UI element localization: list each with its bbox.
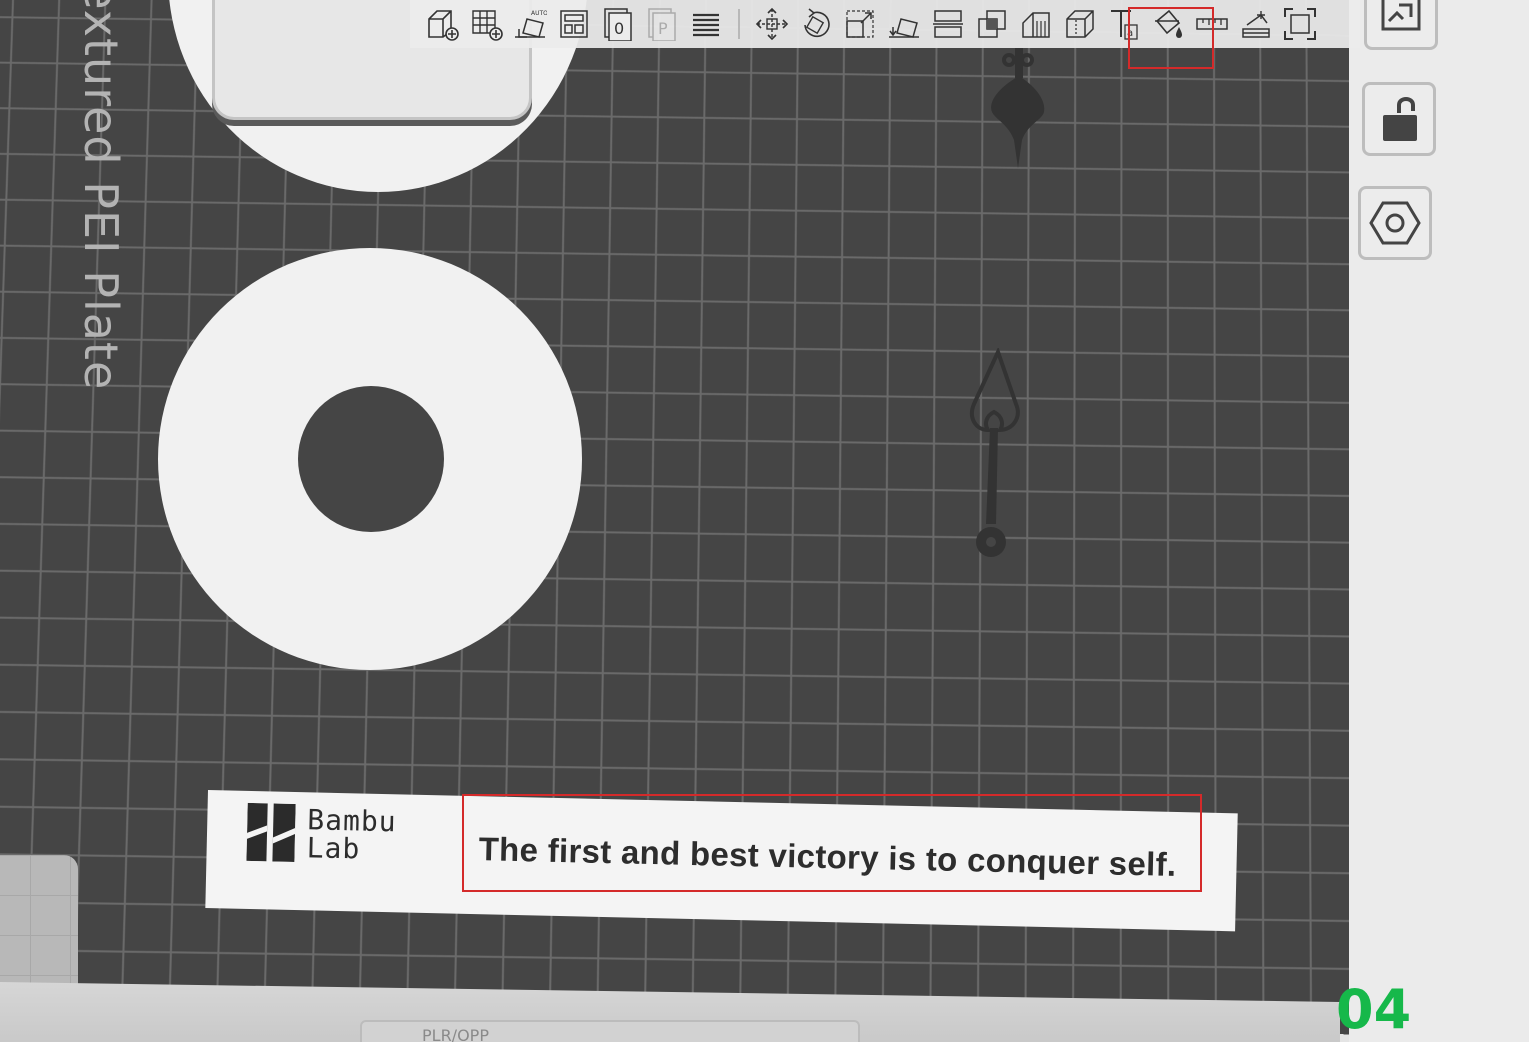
scale-button[interactable]: [838, 2, 882, 46]
plate-p-icon: P: [648, 8, 676, 41]
rotate-button[interactable]: [794, 2, 838, 46]
move-button[interactable]: [750, 2, 794, 46]
fit-view-button[interactable]: [1278, 2, 1322, 46]
hex-nut-settings-icon: [1369, 201, 1421, 245]
plate-settings-button[interactable]: [1358, 186, 1432, 260]
lock-button[interactable]: [1362, 82, 1436, 156]
auto-orient-icon: AUTO: [515, 10, 547, 38]
clock-hand-minute[interactable]: [960, 348, 1030, 566]
layers-button[interactable]: [684, 2, 728, 46]
plate-p-button[interactable]: P: [640, 2, 684, 46]
svg-text:P: P: [658, 19, 668, 38]
logo-wordmark: Bambu Lab: [306, 803, 397, 866]
arrange-icon: [560, 10, 588, 38]
add-cube-icon: [428, 10, 459, 41]
scale-icon: [846, 10, 874, 38]
toolbar-separator: [738, 9, 740, 39]
toolbar-selection-highlight: [1128, 7, 1214, 69]
3d-viewport[interactable]: Textured PEI Plate Bambu Lab The first a…: [0, 0, 1529, 1042]
plate-number: 04: [1336, 978, 1412, 1041]
boolean-icon: [978, 10, 1006, 38]
top-toolbar: AUTO 0 P a: [410, 0, 1360, 48]
ring-hole: [298, 386, 444, 532]
cut-icon: [933, 10, 963, 38]
assembly-icon: [1242, 11, 1270, 38]
fit-view-icon: [1284, 8, 1316, 40]
add-plate-grid-icon: [472, 10, 503, 41]
support-paint-button[interactable]: [1014, 2, 1058, 46]
add-plate-button[interactable]: [464, 2, 508, 46]
logo-line-lab: Lab: [306, 831, 361, 866]
layers-icon: [693, 13, 719, 37]
lay-on-face-button[interactable]: [882, 2, 926, 46]
arrange-all-icon: [1381, 0, 1421, 31]
boolean-button[interactable]: [970, 2, 1014, 46]
seam-paint-icon: [1066, 10, 1094, 38]
lay-on-face-icon: [889, 18, 919, 38]
unlock-icon: [1383, 97, 1417, 141]
plate-0-button[interactable]: 0: [596, 2, 640, 46]
seam-paint-button[interactable]: [1058, 2, 1102, 46]
plate-bottom-label-strip: PLR/OPP: [360, 1020, 860, 1042]
assembly-button[interactable]: [1234, 2, 1278, 46]
bambu-lab-logo: Bambu Lab: [246, 802, 437, 867]
move-icon: [755, 7, 789, 41]
svg-text:AUTO: AUTO: [531, 10, 547, 17]
auto-orient-button[interactable]: AUTO: [508, 2, 552, 46]
add-object-button[interactable]: [420, 2, 464, 46]
viewport-background-right: [1349, 0, 1529, 1042]
svg-text:0: 0: [614, 19, 624, 38]
arrange-all-button[interactable]: [1364, 0, 1438, 50]
support-paint-icon: [1022, 12, 1050, 38]
text-selection-highlight: [462, 794, 1202, 892]
clock-hand-hour[interactable]: [984, 48, 1054, 172]
bambu-lab-logo-icon: [246, 802, 296, 862]
arrange-button[interactable]: [552, 2, 596, 46]
rotate-icon: [804, 8, 830, 38]
cut-button[interactable]: [926, 2, 970, 46]
bottom-strip-text: PLR/OPP: [422, 1026, 489, 1042]
plate-type-label: Textured PEI Plate: [74, 0, 128, 391]
plate-number-icon: 0: [604, 8, 632, 41]
